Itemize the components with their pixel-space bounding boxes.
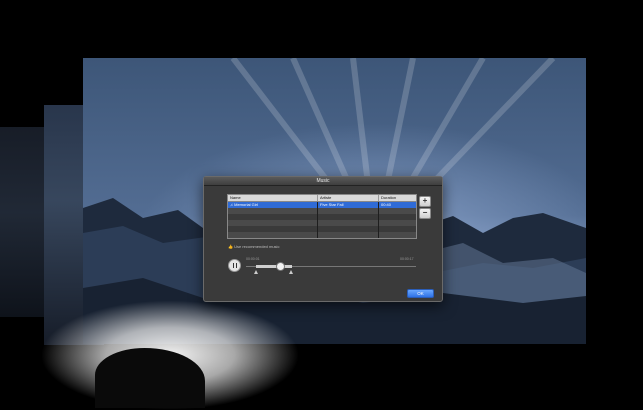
recommend-label: Use recommended music (234, 244, 280, 249)
ok-button[interactable]: OK (407, 289, 434, 298)
remove-music-button[interactable]: − (419, 208, 431, 219)
playhead-knob[interactable] (276, 262, 285, 271)
music-dialog: Music Name Artiste Duration ♫ Memorial G… (203, 176, 443, 302)
add-music-button[interactable]: + (419, 196, 431, 207)
music-table[interactable]: Name Artiste Duration ♫ Memorial Girl Fi… (227, 194, 417, 239)
pause-icon (232, 263, 234, 268)
recommend-option[interactable]: 👍 Use recommended music (228, 244, 279, 249)
selected-range (256, 265, 292, 268)
column-header-duration[interactable]: Duration (379, 195, 416, 201)
dialog-title: Music (204, 177, 442, 186)
start-marker-handle[interactable] (254, 270, 258, 274)
background-photo-left (0, 127, 44, 317)
time-end: 00:00:17 (400, 257, 414, 261)
table-row-empty (228, 232, 416, 238)
table-header: Name Artiste Duration (228, 195, 416, 202)
end-marker-handle[interactable] (289, 270, 293, 274)
column-header-artist[interactable]: Artiste (318, 195, 379, 201)
time-start: 00:00:01 (246, 257, 260, 261)
pause-button[interactable] (228, 259, 241, 272)
column-header-name[interactable]: Name (228, 195, 318, 201)
cell-name-text: Memorial Girl (234, 202, 258, 207)
